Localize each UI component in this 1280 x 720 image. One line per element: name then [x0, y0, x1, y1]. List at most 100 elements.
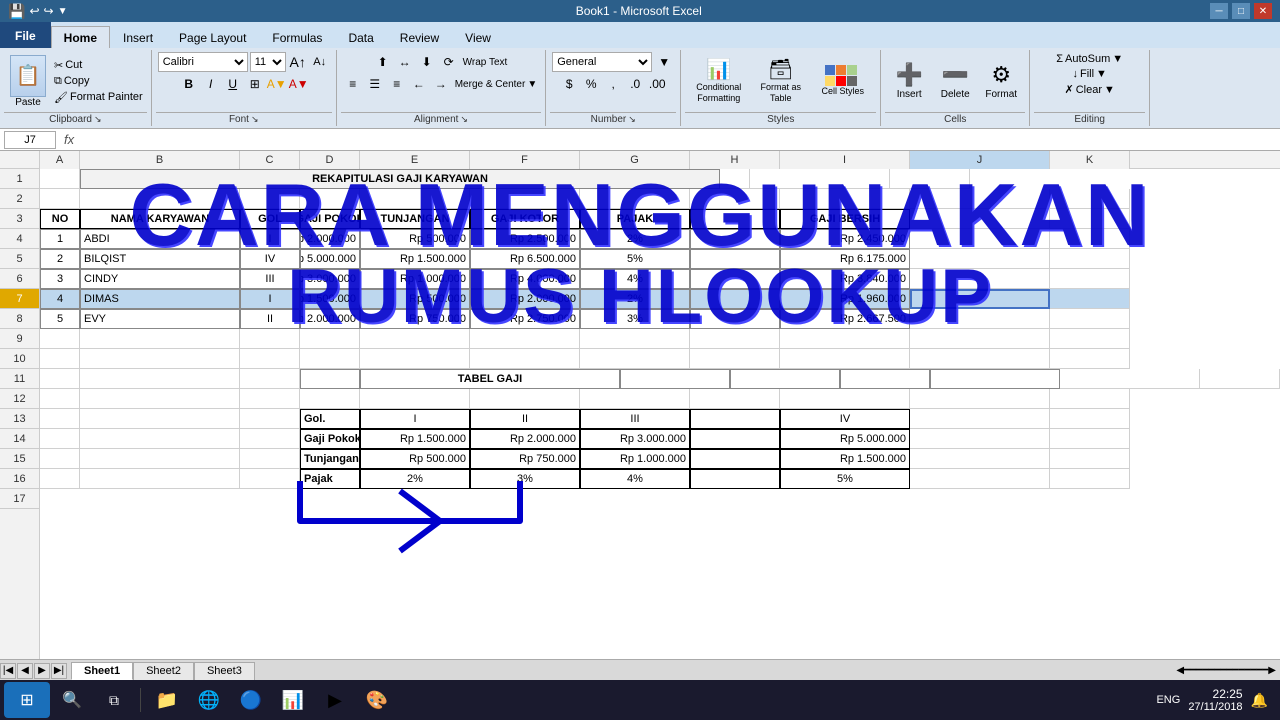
sheet-first-button[interactable]: |◀ [0, 663, 16, 679]
cell-i11[interactable] [930, 369, 1060, 389]
cell-h10[interactable] [690, 349, 780, 369]
cell-g10[interactable] [580, 349, 690, 369]
font-expand-icon[interactable]: ↘ [251, 114, 259, 125]
cell-e4[interactable]: Rp 500.000 [360, 229, 470, 249]
cell-a4[interactable]: 1 [40, 229, 80, 249]
cell-k5[interactable] [1050, 249, 1130, 269]
cell-i7[interactable]: Rp 1.960.000 [780, 289, 910, 309]
cell-k4[interactable] [1050, 229, 1130, 249]
cell-k8[interactable] [1050, 309, 1130, 329]
cell-g6[interactable]: 4% [580, 269, 690, 289]
cell-b4[interactable]: ABDI [80, 229, 240, 249]
bold-button[interactable]: B [179, 74, 199, 94]
col-header-j[interactable]: J [910, 151, 1050, 169]
notification-button[interactable]: 🔔 [1251, 692, 1268, 709]
cell-g13[interactable]: III [580, 409, 690, 429]
align-center-button[interactable]: ☰ [365, 74, 385, 94]
row-header-15[interactable]: 15 [0, 449, 39, 469]
row-header-2[interactable]: 2 [0, 189, 39, 209]
cell-d3[interactable]: GAJI POKOK [300, 209, 360, 229]
cell-c10[interactable] [240, 349, 300, 369]
clear-button[interactable]: ✗ Clear▼ [1063, 82, 1117, 97]
cell-e14[interactable]: Rp 1.500.000 [360, 429, 470, 449]
task-view-button[interactable]: ⧉ [94, 682, 134, 718]
cell-d12[interactable] [300, 389, 360, 409]
row-header-5[interactable]: 5 [0, 249, 39, 269]
sheet-tab-1[interactable]: Sheet1 [71, 662, 133, 680]
name-box[interactable] [4, 131, 56, 149]
increase-font-button[interactable]: A↑ [288, 52, 308, 72]
formula-input[interactable] [82, 131, 1276, 149]
cell-c14[interactable] [240, 429, 300, 449]
cell-j2[interactable] [910, 189, 1050, 209]
cell-d5[interactable]: Rp 5.000.000 [300, 249, 360, 269]
tab-insert[interactable]: Insert [110, 26, 166, 48]
cell-d8[interactable]: Rp 2.000.000 [300, 309, 360, 329]
cell-g11[interactable] [730, 369, 840, 389]
cell-i16[interactable]: 5% [780, 469, 910, 489]
cell-c12[interactable] [240, 389, 300, 409]
cell-d9[interactable] [300, 329, 360, 349]
cell-a9[interactable] [40, 329, 80, 349]
tab-file[interactable]: File [0, 22, 51, 48]
insert-button[interactable]: ➕ Insert [887, 53, 931, 109]
cell-e8[interactable]: Rp 750.000 [360, 309, 470, 329]
cell-b16[interactable] [80, 469, 240, 489]
cell-h14[interactable] [690, 429, 780, 449]
cell-k2[interactable] [1050, 189, 1130, 209]
cell-e2[interactable] [360, 189, 470, 209]
cell-g7[interactable]: 2% [580, 289, 690, 309]
cell-k7[interactable] [1050, 289, 1130, 309]
sheet-tab-3[interactable]: Sheet3 [194, 662, 255, 680]
chrome-button[interactable]: 🔵 [231, 682, 271, 718]
cell-c6[interactable]: III [240, 269, 300, 289]
fill-color-button[interactable]: A▼ [267, 74, 287, 94]
cell-i14[interactable]: Rp 5.000.000 [780, 429, 910, 449]
cell-a11[interactable] [40, 369, 80, 389]
cut-button[interactable]: ✂ Cut [52, 58, 145, 73]
cell-i9[interactable] [780, 329, 910, 349]
cell-b1[interactable]: REKAPITULASI GAJI KARYAWAN [80, 169, 720, 189]
cell-a12[interactable] [40, 389, 80, 409]
orientation-button[interactable]: ⟳ [439, 52, 459, 72]
row-header-10[interactable]: 10 [0, 349, 39, 369]
cell-e5[interactable]: Rp 1.500.000 [360, 249, 470, 269]
cell-k14[interactable] [1050, 429, 1130, 449]
cell-e7[interactable]: Rp 500.000 [360, 289, 470, 309]
cell-a1[interactable] [40, 169, 80, 189]
number-format-select[interactable]: General [552, 52, 652, 72]
cell-g4[interactable]: 2% [580, 229, 690, 249]
cell-e9[interactable] [360, 329, 470, 349]
cell-k3[interactable] [1050, 209, 1130, 229]
cell-c3[interactable]: GOL [240, 209, 300, 229]
col-header-d[interactable]: D [300, 151, 360, 169]
cell-d7[interactable]: Rp 1.500.000 [300, 289, 360, 309]
cell-c7[interactable]: I [240, 289, 300, 309]
cell-k10[interactable] [1050, 349, 1130, 369]
cell-k16[interactable] [1050, 469, 1130, 489]
col-header-e[interactable]: E [360, 151, 470, 169]
cell-i4[interactable]: Rp 2.450.000 [780, 229, 910, 249]
decrease-indent-button[interactable]: ← [409, 74, 429, 94]
cell-b6[interactable]: CINDY [80, 269, 240, 289]
cell-e12[interactable] [360, 389, 470, 409]
cell-f4[interactable]: Rp 2.500.000 [470, 229, 580, 249]
tab-review[interactable]: Review [387, 26, 452, 48]
row-header-6[interactable]: 6 [0, 269, 39, 289]
cell-j14[interactable] [910, 429, 1050, 449]
cell-c15[interactable] [240, 449, 300, 469]
excel-button[interactable]: 📊 [273, 682, 313, 718]
cell-h16[interactable] [690, 469, 780, 489]
row-header-9[interactable]: 9 [0, 329, 39, 349]
maximize-button[interactable]: □ [1232, 3, 1250, 19]
cell-b9[interactable] [80, 329, 240, 349]
cell-i10[interactable] [780, 349, 910, 369]
font-size-select[interactable]: 11 [250, 52, 286, 72]
cell-k1[interactable] [890, 169, 970, 189]
cell-a13[interactable] [40, 409, 80, 429]
row-header-8[interactable]: 8 [0, 309, 39, 329]
paste-button[interactable]: 📋 Paste [6, 52, 50, 110]
cell-a3[interactable]: NO [40, 209, 80, 229]
tab-home[interactable]: Home [51, 26, 110, 48]
row-header-13[interactable]: 13 [0, 409, 39, 429]
